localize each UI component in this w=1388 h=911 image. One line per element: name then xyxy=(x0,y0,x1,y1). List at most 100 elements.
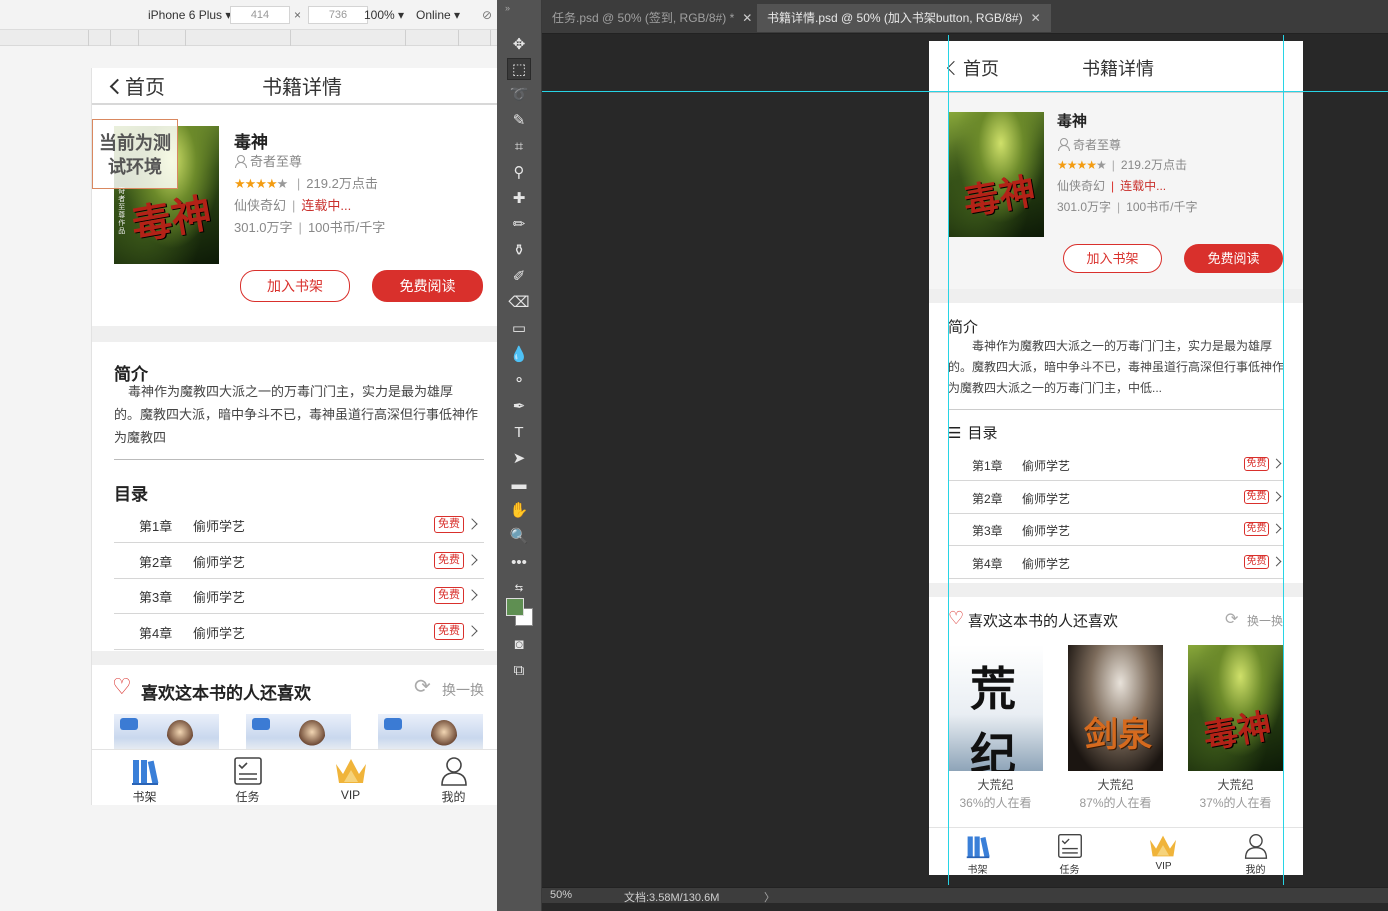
marquee-tool-icon[interactable]: ⬚ xyxy=(507,58,531,80)
word-count: 301.0万字 xyxy=(234,220,293,235)
back-label: 首页 xyxy=(125,77,165,99)
tab-bookshelf[interactable]: 书架 xyxy=(102,750,187,805)
words-row: 301.0万字 | 100书币/千字 xyxy=(1057,200,1198,214)
phone-viewport: 首页 书籍详情 奇者至尊作品 毒神 当前为测试环境 毒神 奇者至尊 ★★★★★ … xyxy=(91,68,497,805)
swap-colors-icon[interactable]: ⇆ xyxy=(507,578,531,600)
doc-tab-book-detail[interactable]: 书籍详情.psd @ 50% (加入书架button, RGB/8#) ✕ xyxy=(757,4,1051,32)
genre: 仙侠奇幻 xyxy=(234,198,287,213)
rating-row: ★★★★★ | 219.2万点击 xyxy=(1057,158,1187,172)
chapter-number: 第1章 xyxy=(139,519,173,534)
doc-tab-label: 书籍详情.psd @ 50% (加入书架button, RGB/8#) xyxy=(767,11,1023,25)
collapse-icon[interactable]: » xyxy=(505,3,510,13)
cover-title-text: 毒神 xyxy=(960,169,1039,224)
height-input[interactable]: 736 xyxy=(308,6,368,24)
chapter-row[interactable]: 第3章 偷师学艺 免费 xyxy=(114,579,484,614)
guide-vertical[interactable] xyxy=(948,35,949,885)
foreground-color-swatch[interactable] xyxy=(506,598,524,616)
gradient-tool-icon[interactable]: ▭ xyxy=(507,318,531,340)
bookshelf-icon xyxy=(132,760,159,785)
free-badge: 免费 xyxy=(1244,457,1269,471)
device-select[interactable]: iPhone 6 Plus ▾ xyxy=(148,8,231,22)
genre: 仙侠奇幻 xyxy=(1057,179,1106,193)
chapter-row[interactable]: 第2章 偷师学艺 免费 xyxy=(114,544,484,579)
chevron-right-icon[interactable]: 〉 xyxy=(764,889,775,905)
move-tool-icon[interactable]: ✥ xyxy=(507,34,531,56)
quick-mask-icon[interactable]: ◙ xyxy=(507,634,531,656)
zoom-tool-icon[interactable]: 🔍 xyxy=(507,526,531,548)
pen-tool-icon[interactable]: ✒ xyxy=(507,396,531,418)
book-cover: 毒神 xyxy=(948,112,1044,237)
eraser-tool-icon[interactable]: ⌫ xyxy=(507,292,531,314)
network-value: Online xyxy=(416,8,451,22)
book-author: 奇者至尊 xyxy=(234,151,302,170)
chevron-right-icon xyxy=(1271,523,1282,534)
document-tabs: 任务.psd @ 50% (签到, RGB/8#) * ✕ 书籍详情.psd @ … xyxy=(542,0,1388,34)
screen-mode-icon[interactable]: ⧉ xyxy=(507,660,531,682)
rectangle-tool-icon[interactable]: ▬ xyxy=(507,474,531,496)
brush-tool-icon[interactable]: ✏ xyxy=(507,214,531,236)
chapter-row[interactable]: 第4章 偷师学艺 免费 xyxy=(114,615,484,650)
recommend-book-title: 大荒纪 xyxy=(1097,778,1134,792)
chevron-right-icon xyxy=(1271,556,1282,566)
healing-brush-tool-icon[interactable]: ✚ xyxy=(507,188,531,210)
tab-mine[interactable]: 我的 xyxy=(411,750,496,805)
hand-tool-icon[interactable]: ✋ xyxy=(507,500,531,522)
recommend-book-title: 大荒纪 xyxy=(1217,778,1254,792)
chapter-title: 偷师学艺 xyxy=(1022,491,1071,506)
more-tools-icon[interactable]: ••• xyxy=(507,552,531,574)
free-badge: 免费 xyxy=(434,516,464,533)
stamp-tool-icon[interactable]: ⚱ xyxy=(507,240,531,262)
chevron-left-icon xyxy=(109,78,126,95)
crop-tool-icon[interactable]: ⌗ xyxy=(507,136,531,158)
toc-heading-label: 目录 xyxy=(967,425,998,442)
chapter-row[interactable]: 第1章 偷师学艺 免费 xyxy=(114,508,484,543)
star-rating: ★★★★★ xyxy=(1057,158,1107,172)
tab-vip[interactable]: VIP xyxy=(308,750,393,805)
rating-row: ★★★★★ | 219.2万点击 xyxy=(234,176,378,191)
history-brush-tool-icon[interactable]: ✐ xyxy=(507,266,531,288)
width-input[interactable]: 414 xyxy=(230,6,290,24)
user-icon xyxy=(1057,138,1070,151)
quick-selection-tool-icon[interactable]: ✎ xyxy=(507,110,531,132)
dodge-tool-icon[interactable]: ⚬ xyxy=(507,370,531,392)
free-badge: 免费 xyxy=(434,587,464,604)
refresh-button: 换一换 xyxy=(1247,614,1284,628)
zoom-select[interactable]: 100% ▾ xyxy=(364,8,404,22)
recommend-book-cover[interactable] xyxy=(378,714,483,754)
intro-heading: 简介 xyxy=(948,319,979,336)
blur-tool-icon[interactable]: 💧 xyxy=(507,344,531,366)
tab-tasks[interactable]: 任务 xyxy=(205,750,290,805)
artboard[interactable]: 首页 书籍详情 毒神 毒神 奇者至尊 ★★★★★ | 219.2万点击 仙侠奇幻 | 连… xyxy=(929,41,1303,875)
click-count: 219.2万点击 xyxy=(306,176,378,191)
refresh-button[interactable]: 换一换 xyxy=(442,680,484,700)
genre-row: 仙侠奇幻 | 连载中... xyxy=(234,198,352,213)
user-icon xyxy=(234,155,247,168)
refresh-icon: ⟳ xyxy=(1225,611,1239,628)
back-button[interactable]: 首页 xyxy=(109,71,165,100)
network-select[interactable]: Online ▾ xyxy=(416,8,460,22)
close-icon[interactable]: ✕ xyxy=(742,11,752,25)
refresh-icon[interactable]: ⟳ xyxy=(414,674,431,699)
zoom-level[interactable]: 50% xyxy=(550,889,572,901)
lasso-tool-icon[interactable]: ➰ xyxy=(507,84,531,106)
doc-tab-task[interactable]: 任务.psd @ 50% (签到, RGB/8#) * ✕ xyxy=(542,4,762,32)
rotate-icon[interactable]: ⊘ xyxy=(482,8,492,22)
guide-horizontal[interactable] xyxy=(542,91,1388,92)
cover-title-text: 毒神 xyxy=(127,189,215,250)
recommend-book-cover[interactable] xyxy=(114,714,219,754)
type-tool-icon[interactable]: T xyxy=(507,422,531,444)
recommend-heading: 喜欢这本书的人还喜欢 xyxy=(141,684,311,703)
eyedropper-tool-icon[interactable]: ⚲ xyxy=(507,162,531,184)
path-selection-tool-icon[interactable]: ➤ xyxy=(507,448,531,470)
close-icon[interactable]: ✕ xyxy=(1031,11,1041,25)
chapter-number: 第2章 xyxy=(139,554,173,570)
guide-vertical[interactable] xyxy=(1283,35,1284,885)
tab-bar: 书架 任务 VIP 我的 xyxy=(92,749,497,805)
price: 100书币/千字 xyxy=(1126,200,1198,214)
read-free-button[interactable]: 免费阅读 xyxy=(372,270,483,302)
recommend-book-cover[interactable] xyxy=(246,714,351,754)
free-badge: 免费 xyxy=(1244,489,1269,504)
book-title: 毒神 xyxy=(1057,113,1088,130)
photoshop-window: » ✥ ⬚ ➰ ✎ ⌗ ⚲ ✚ ✏ ⚱ ✐ ⌫ ▭ 💧 ⚬ ✒ T ➤ ▬ ✋ … xyxy=(497,0,1388,911)
add-to-shelf-button[interactable]: 加入书架 xyxy=(240,270,350,302)
